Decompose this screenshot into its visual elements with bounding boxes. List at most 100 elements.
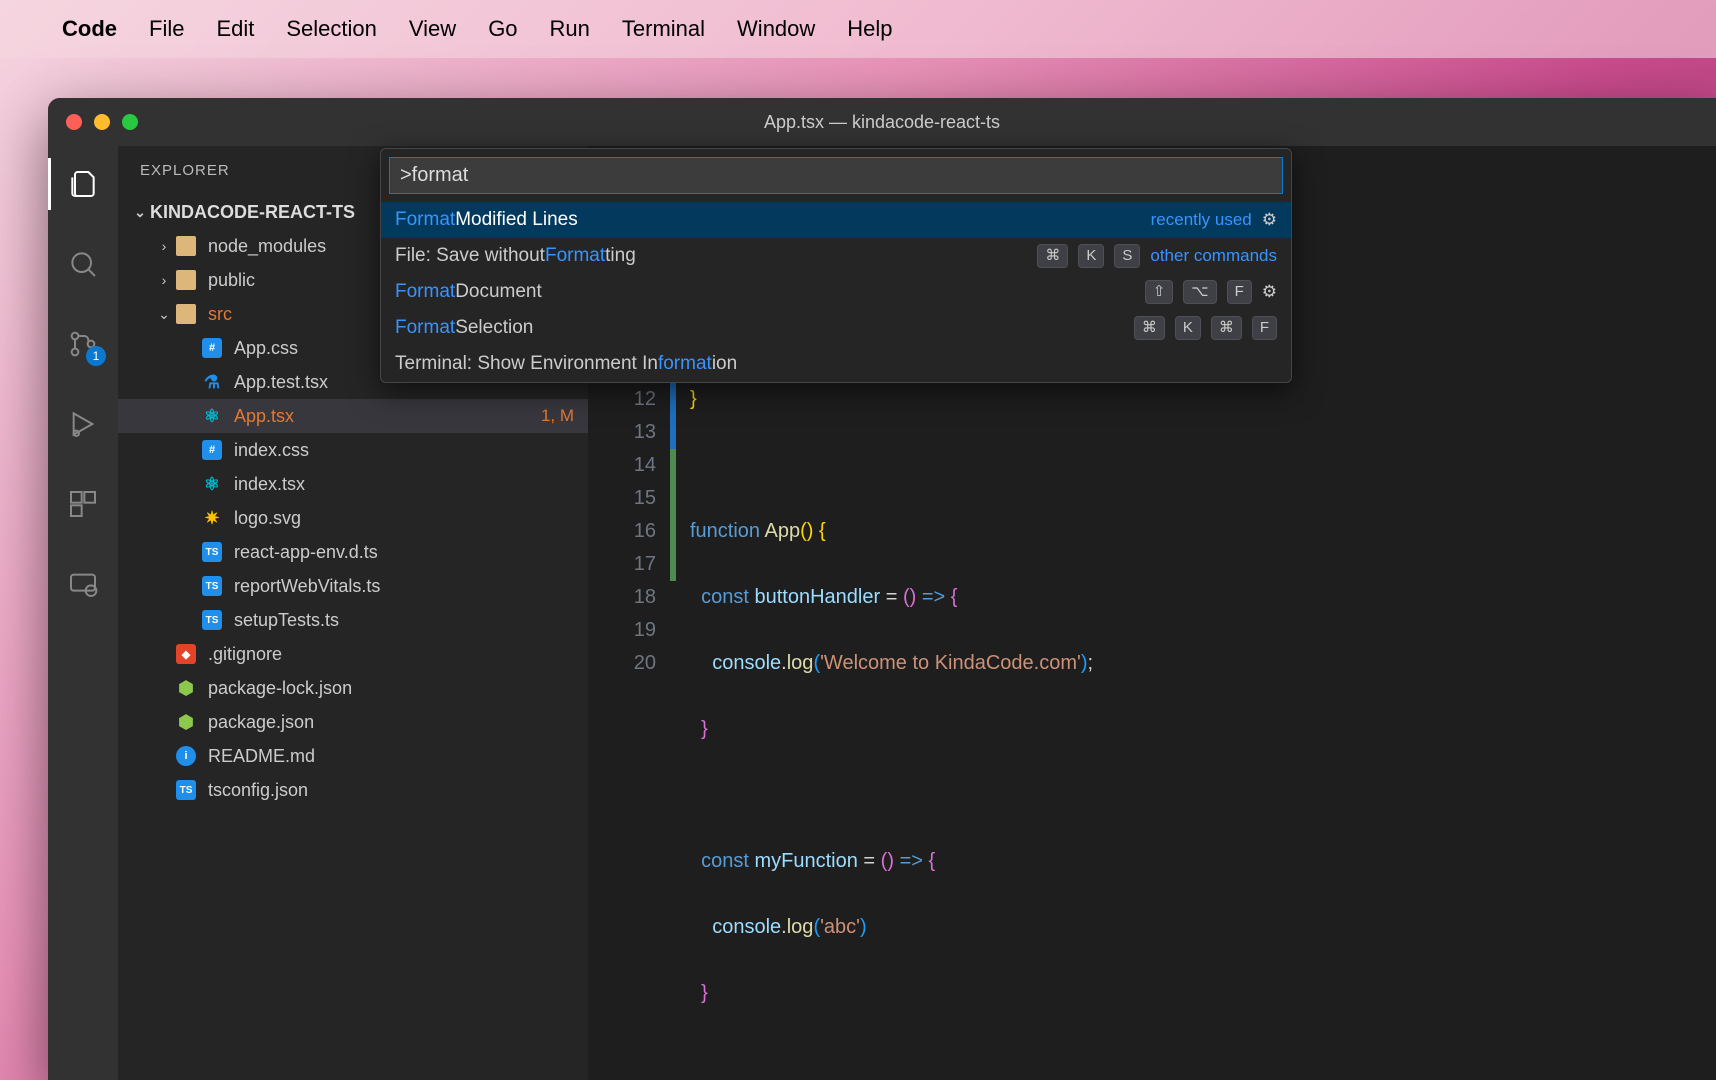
activity-remote[interactable] <box>48 558 118 610</box>
debug-icon <box>67 408 99 440</box>
palette-item[interactable]: Format Selection⌘K⌘F <box>381 310 1291 346</box>
search-icon <box>67 248 99 280</box>
menubar-window[interactable]: Window <box>737 16 815 42</box>
file-icon: ⚛ <box>200 472 224 496</box>
traffic-lights <box>48 114 138 130</box>
file-icon: # <box>200 336 224 360</box>
file-icon: # <box>200 438 224 462</box>
keycap: K <box>1175 316 1201 340</box>
line-number: 16 <box>588 515 656 548</box>
file-icon: TS <box>174 778 198 802</box>
line-number: 15 <box>588 482 656 515</box>
file-icon: TS <box>200 574 224 598</box>
remote-icon <box>67 568 99 600</box>
chevron-icon: ⌄ <box>154 306 174 323</box>
palette-item[interactable]: Terminal: Show Environment Information <box>381 346 1291 382</box>
keycap: F <box>1252 316 1277 340</box>
menubar-edit[interactable]: Edit <box>216 16 254 42</box>
keycap: K <box>1078 244 1104 268</box>
line-number: 14 <box>588 449 656 482</box>
keycap: ⌘ <box>1037 244 1068 268</box>
palette-hint: recently used <box>1151 210 1252 230</box>
tree-item-label: index.tsx <box>234 474 574 495</box>
gear-icon[interactable]: ⚙ <box>1262 210 1277 230</box>
file-icon <box>174 302 198 326</box>
file-icon: ⬢ <box>174 676 198 700</box>
tree-item-reportwebvitals-ts[interactable]: TS reportWebVitals.ts <box>118 569 588 603</box>
menubar-help[interactable]: Help <box>847 16 892 42</box>
menubar-run[interactable]: Run <box>550 16 590 42</box>
activity-extensions[interactable] <box>48 478 118 530</box>
tree-item-index-css[interactable]: # index.css <box>118 433 588 467</box>
menubar-file[interactable]: File <box>149 16 184 42</box>
tree-item-setuptests-ts[interactable]: TSsetupTests.ts <box>118 603 588 637</box>
file-icon: TS <box>200 608 224 632</box>
tree-item--gitignore[interactable]: ◆.gitignore <box>118 637 588 671</box>
tree-item-tsconfig-json[interactable]: TS tsconfig.json <box>118 773 588 807</box>
window-maximize-button[interactable] <box>122 114 138 130</box>
keycap: S <box>1114 244 1140 268</box>
tree-item-label: package-lock.json <box>208 678 574 699</box>
palette-item[interactable]: File: Save without Formatting⌘KSother co… <box>381 238 1291 274</box>
tree-item-label: .gitignore <box>208 644 574 665</box>
menubar-selection[interactable]: Selection <box>286 16 377 42</box>
tree-item-label: README.md <box>208 746 574 767</box>
window-title: App.tsx — kindacode-react-ts <box>764 112 1000 133</box>
tree-item-label: logo.svg <box>234 508 574 529</box>
palette-hint: other commands <box>1150 246 1277 266</box>
tree-item-label: react-app-env.d.ts <box>234 542 574 563</box>
tree-item-app-tsx[interactable]: ⚛ App.tsx1, M <box>118 399 588 433</box>
activity-source-control[interactable]: 1 <box>48 318 118 370</box>
tree-item-readme-md[interactable]: i README.md <box>118 739 588 773</box>
tree-item-label: App.tsx <box>234 406 541 427</box>
menubar-go[interactable]: Go <box>488 16 517 42</box>
tree-item-logo-svg[interactable]: ✷ logo.svg <box>118 501 588 535</box>
menubar-view[interactable]: View <box>409 16 456 42</box>
file-icon: TS <box>200 540 224 564</box>
file-icon <box>174 268 198 292</box>
file-icon: ✷ <box>200 506 224 530</box>
tree-item-label: tsconfig.json <box>208 780 574 801</box>
window-minimize-button[interactable] <box>94 114 110 130</box>
keycap: ⌥ <box>1183 280 1216 304</box>
line-number: 12 <box>588 383 656 416</box>
menubar-app-name[interactable]: Code <box>62 16 117 42</box>
tree-item-package-json[interactable]: ⬢ package.json <box>118 705 588 739</box>
menubar-terminal[interactable]: Terminal <box>622 16 705 42</box>
tree-item-package-lock-json[interactable]: ⬢ package-lock.json <box>118 671 588 705</box>
keycap: ⌘ <box>1211 316 1242 340</box>
gear-icon[interactable]: ⚙ <box>1262 282 1277 302</box>
line-number: 19 <box>588 614 656 647</box>
activity-explorer[interactable] <box>48 158 118 210</box>
activity-search[interactable] <box>48 238 118 290</box>
command-palette: Format Modified Linesrecently used⚙File:… <box>380 148 1292 383</box>
command-palette-input[interactable] <box>389 157 1283 194</box>
tree-item-label: index.css <box>234 440 574 461</box>
file-status: 1, M <box>541 406 574 426</box>
file-icon: ⚗ <box>200 370 224 394</box>
tree-item-index-tsx[interactable]: ⚛ index.tsx <box>118 467 588 501</box>
extensions-icon <box>67 488 99 520</box>
chevron-icon: › <box>154 238 174 254</box>
activity-bar: 1 <box>48 146 118 1080</box>
macos-menubar: Code File Edit Selection View Go Run Ter… <box>0 0 1716 58</box>
palette-item[interactable]: Format Modified Linesrecently used⚙ <box>381 202 1291 238</box>
file-icon: ⬢ <box>174 710 198 734</box>
file-icon: i <box>174 744 198 768</box>
chevron-down-icon: ⌄ <box>130 204 150 221</box>
activity-run-debug[interactable] <box>48 398 118 450</box>
tree-item-label: package.json <box>208 712 574 733</box>
line-number: 18 <box>588 581 656 614</box>
window-close-button[interactable] <box>66 114 82 130</box>
file-icon <box>174 234 198 258</box>
line-number: 17 <box>588 548 656 581</box>
file-icon: ⚛ <box>200 404 224 428</box>
tree-item-label: reportWebVitals.ts <box>234 576 574 597</box>
line-number: 20 <box>588 647 656 680</box>
chevron-icon: › <box>154 272 174 288</box>
scm-badge: 1 <box>86 346 106 366</box>
keycap: ⌘ <box>1134 316 1165 340</box>
palette-item[interactable]: Format Document⇧⌥F⚙ <box>381 274 1291 310</box>
titlebar[interactable]: App.tsx — kindacode-react-ts <box>48 98 1716 146</box>
tree-item-react-app-env-d-ts[interactable]: TS react-app-env.d.ts <box>118 535 588 569</box>
